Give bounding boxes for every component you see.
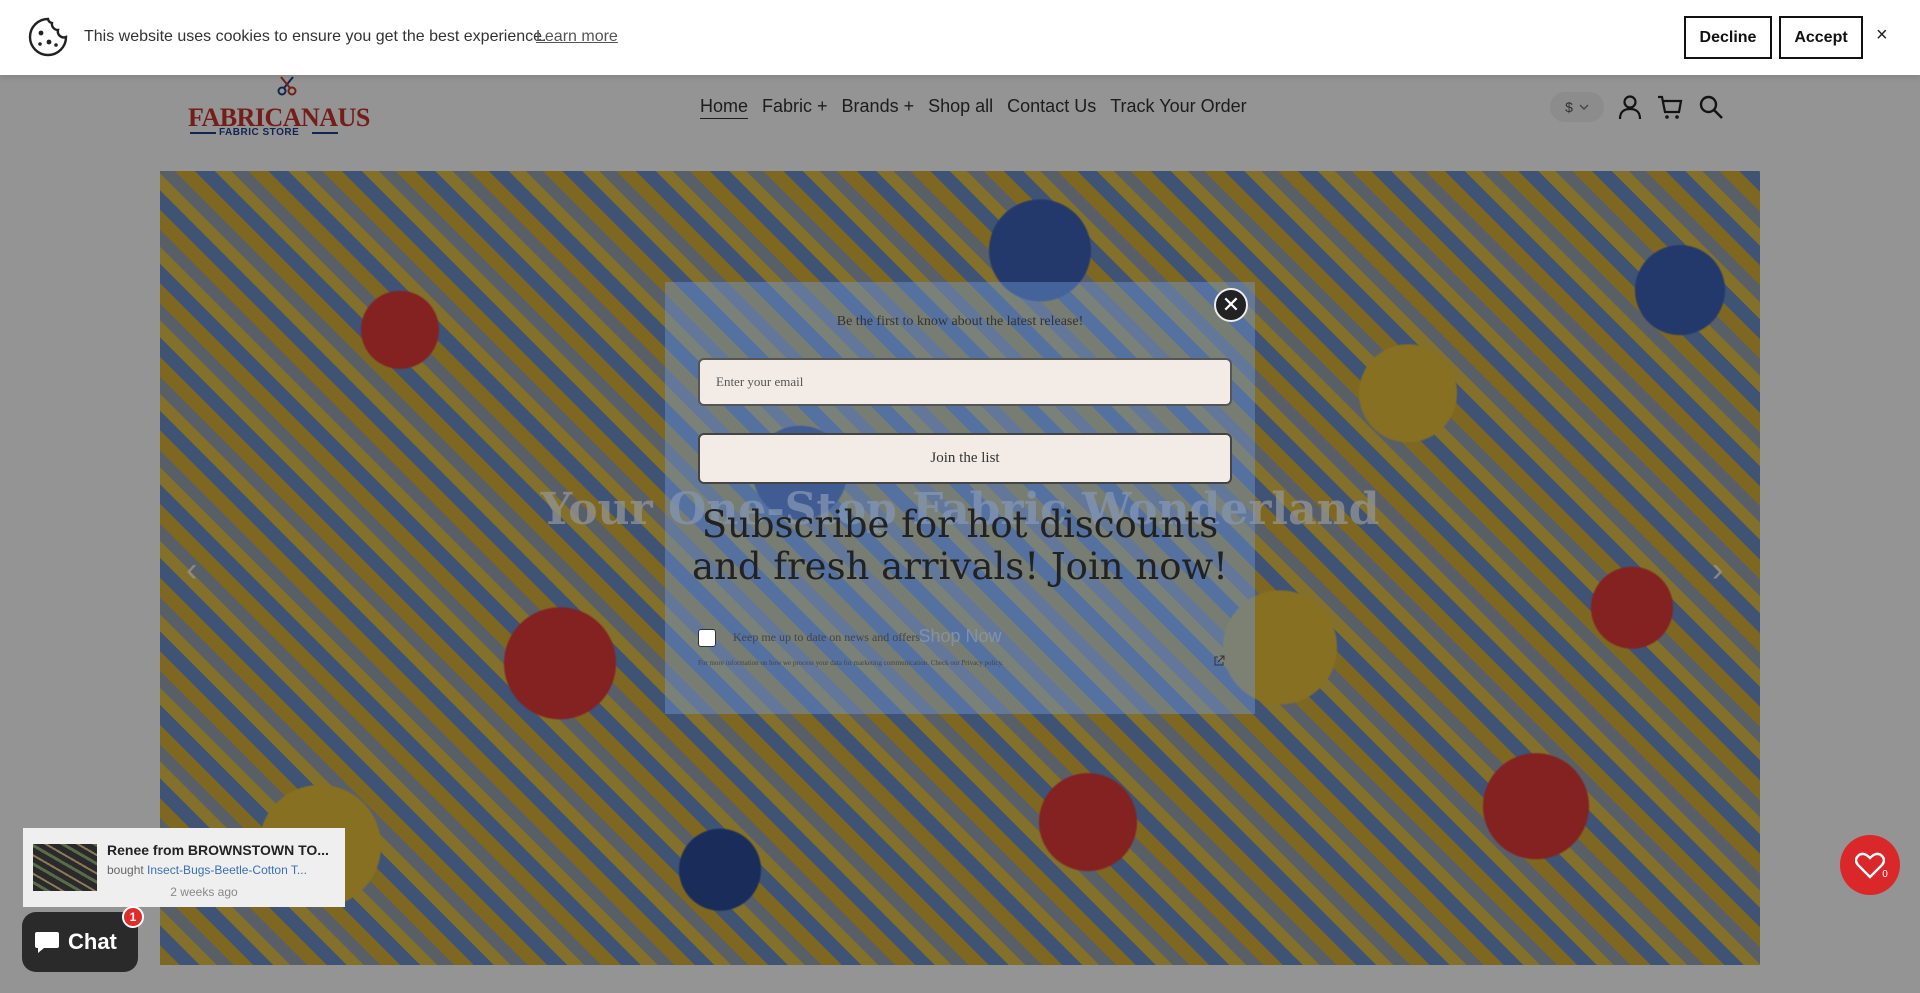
cookie-banner: This website uses cookies to ensure you …	[0, 0, 1920, 75]
chat-unread-badge: 1	[122, 906, 144, 928]
chat-bubble-icon	[35, 932, 59, 953]
newsletter-popup: ✕ Be the first to know about the latest …	[665, 282, 1255, 714]
chat-label: Chat	[68, 929, 117, 954]
email-field[interactable]: Enter your email	[698, 358, 1232, 406]
newsletter-checkbox[interactable]	[698, 629, 716, 647]
wishlist-count: 0	[1878, 867, 1892, 881]
checkbox-label: Keep me up to date on news and offers	[733, 630, 921, 644]
popup-tagline: Be the first to know about the latest re…	[836, 314, 1084, 329]
purchase-product: bought Insect-Bugs-Beetle-Cotton T...	[107, 863, 337, 877]
join-list-button[interactable]: Join the list	[698, 433, 1232, 484]
external-link-icon[interactable]	[1213, 655, 1225, 667]
product-link[interactable]: Insect-Bugs-Beetle-Cotton T...	[147, 863, 307, 877]
recent-purchase-popup[interactable]: Renee from BROWNSTOWN TO... bought Insec…	[23, 828, 345, 907]
privacy-fine-print: For more information on how we process y…	[698, 659, 1004, 667]
cookie-close-icon[interactable]: ×	[1876, 24, 1888, 47]
cookie-icon	[28, 17, 68, 57]
cookie-message: This website uses cookies to ensure you …	[84, 28, 547, 45]
product-thumbnail	[33, 844, 97, 891]
purchase-time: 2 weeks ago	[170, 885, 238, 899]
accept-button[interactable]: Accept	[1779, 16, 1863, 59]
popup-headline: Subscribe for hot discounts and fresh ar…	[691, 503, 1229, 588]
chat-button[interactable]: Chat 1	[22, 906, 144, 972]
bought-prefix: bought	[107, 863, 144, 877]
wishlist-button[interactable]: 0	[1840, 835, 1900, 895]
learn-more-link[interactable]: Learn more	[536, 28, 618, 46]
purchaser-name: Renee from BROWNSTOWN TO...	[107, 842, 329, 858]
decline-button[interactable]: Decline	[1684, 16, 1772, 59]
